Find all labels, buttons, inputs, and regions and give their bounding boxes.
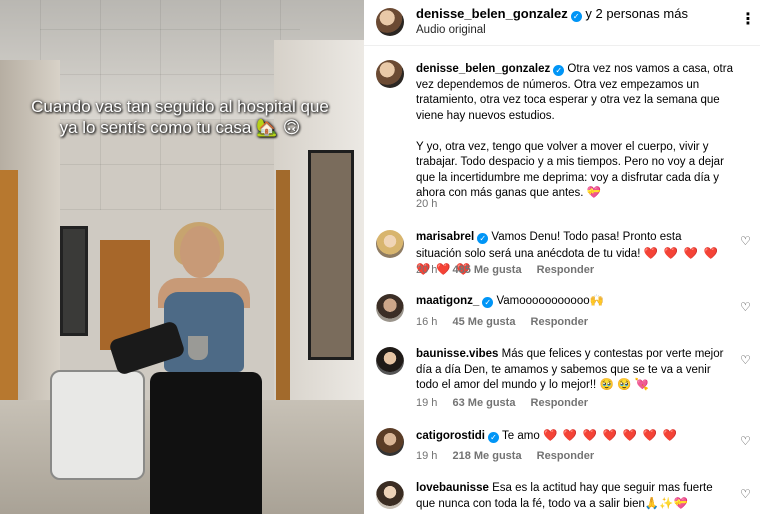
caption-time[interactable]: 20 h — [416, 198, 437, 210]
comment-username[interactable]: marisabrel — [416, 231, 474, 243]
comment-meta: 19 h 63 Me gusta Responder — [416, 397, 600, 409]
post-viewer: Cuando vas tan seguido al hospital que y… — [0, 0, 760, 514]
comment-time[interactable]: 16 h — [416, 316, 437, 328]
comment-likes[interactable]: 45 Me gusta — [452, 316, 515, 328]
comment-meta: 20 h 485 Me gusta Responder — [416, 264, 606, 276]
like-heart-icon[interactable]: ♡ — [740, 300, 751, 314]
verified-badge-icon: ✓ — [477, 233, 489, 244]
video-overlay-text: Cuando vas tan seguido al hospital que y… — [30, 96, 330, 139]
comment-body: Te amo — [502, 430, 540, 442]
comment-likes[interactable]: 485 Me gusta — [452, 264, 521, 276]
verified-badge-icon: ✓ — [553, 65, 565, 76]
comment-username[interactable]: maatigonz_ — [416, 295, 479, 307]
comment-meta: 19 h 218 Me gusta Responder — [416, 450, 606, 462]
scene-right-picture — [308, 150, 354, 360]
scene-right-door — [276, 170, 290, 400]
like-heart-icon[interactable]: ♡ — [740, 353, 751, 367]
comment-username[interactable]: lovebaunisse — [416, 482, 489, 494]
comment-text: lovebaunisse Esa es la actitud hay que s… — [416, 481, 726, 512]
post-header: denisse_belen_gonzalez ✓ y 2 personas más… — [364, 0, 760, 46]
mate-cup — [188, 336, 208, 360]
comment-likes[interactable]: 63 Me gusta — [452, 397, 515, 409]
comment-text: catigorostidi ✓ Te amo ❤️ ❤️ ❤️ ❤️ ❤️ ❤️ … — [416, 428, 726, 445]
caption-author-avatar[interactable] — [376, 60, 404, 88]
reply-button[interactable]: Responder — [531, 316, 588, 328]
reply-button[interactable]: Responder — [537, 450, 594, 462]
reply-button[interactable]: Responder — [537, 264, 594, 276]
comment-avatar[interactable] — [376, 428, 404, 456]
like-heart-icon[interactable]: ♡ — [740, 234, 751, 248]
comment-time[interactable]: 19 h — [416, 450, 437, 462]
comment-time[interactable]: 19 h — [416, 397, 437, 409]
comment-username[interactable]: baunisse.vibes — [416, 348, 498, 360]
comment-avatar[interactable] — [376, 481, 404, 509]
comment-body: Vamooooooooooo🙌 — [496, 295, 604, 307]
collaborators-link[interactable]: y 2 personas más — [585, 6, 688, 21]
reply-button[interactable]: Responder — [531, 397, 588, 409]
comment-meta: 16 h 45 Me gusta Responder — [416, 316, 600, 328]
verified-badge-icon: ✓ — [482, 297, 494, 308]
verified-badge-icon: ✓ — [488, 432, 500, 443]
author-username[interactable]: denisse_belen_gonzalez — [416, 6, 568, 21]
person-face — [180, 226, 220, 278]
comment-avatar[interactable] — [376, 347, 404, 375]
caption-paragraph-1: denisse_belen_gonzalez ✓ Otra vez nos vam… — [416, 62, 746, 124]
comment-text: baunisse.vibes Más que felices y contest… — [416, 347, 726, 394]
like-heart-icon[interactable]: ♡ — [740, 434, 751, 448]
like-heart-icon[interactable]: ♡ — [740, 487, 751, 501]
more-options-icon[interactable]: ⋮ — [740, 12, 756, 28]
author-line: denisse_belen_gonzalez ✓ y 2 personas más — [416, 6, 688, 22]
comment-time[interactable]: 20 h — [416, 264, 437, 276]
comment-avatar[interactable] — [376, 230, 404, 258]
verified-badge-icon: ✓ — [570, 11, 582, 22]
comment-username[interactable]: catigorostidi — [416, 430, 485, 442]
author-avatar[interactable] — [376, 8, 404, 36]
post-caption: denisse_belen_gonzalez ✓ Otra vez nos vam… — [416, 62, 746, 217]
audio-link[interactable]: Audio original — [416, 24, 486, 36]
overlay-emoji: 🏡 🙃 — [256, 118, 301, 138]
comment-text: maatigonz_ ✓ Vamooooooooooo🙌 — [416, 294, 726, 310]
post-video[interactable]: Cuando vas tan seguido al hospital que y… — [0, 0, 364, 514]
comment-avatar[interactable] — [376, 294, 404, 322]
post-side-panel: denisse_belen_gonzalez ✓ y 2 personas más… — [364, 0, 760, 514]
caption-username[interactable]: denisse_belen_gonzalez — [416, 63, 550, 75]
scene-stretcher — [50, 370, 145, 480]
person-pants — [150, 372, 262, 514]
comment-emojis: ❤️ ❤️ ❤️ ❤️ ❤️ ❤️ ❤️ — [542, 428, 679, 442]
caption-paragraph-2: Y yo, otra vez, tengo que volver a mover… — [416, 140, 724, 200]
scene-left-picture — [60, 226, 88, 336]
comment-likes[interactable]: 218 Me gusta — [452, 450, 521, 462]
